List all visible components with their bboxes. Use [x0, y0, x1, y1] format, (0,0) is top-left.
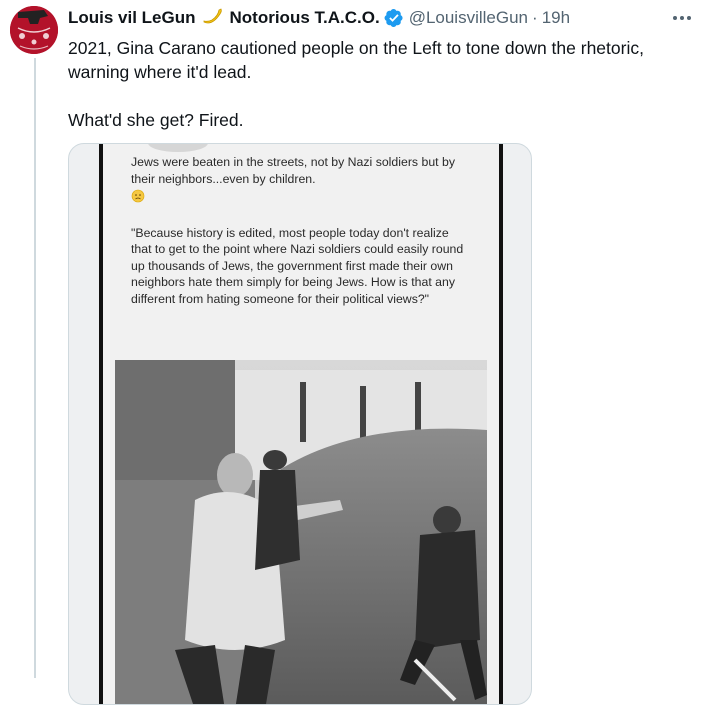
avatar-image: [10, 6, 58, 54]
tweet-body: 2021, Gina Carano cautioned people on th…: [68, 36, 698, 132]
phone-screenshot: Jews were beaten in the streets, not by …: [99, 144, 503, 704]
avatar[interactable]: [10, 6, 58, 54]
tweet-paragraph: What'd she get? Fired.: [68, 110, 244, 130]
screenshot-text-block: Jews were beaten in the streets, not by …: [131, 154, 471, 307]
tweet-header: Louis vil LeGun Notorious T.A.C.O. @Loui…: [68, 6, 694, 30]
screenshot-quote: "Because history is edited, most people …: [131, 225, 464, 306]
street-scene-image: [115, 360, 487, 704]
screenshot-line: Jews were beaten in the streets, not by …: [131, 155, 455, 186]
historical-photo: [115, 360, 487, 704]
thread-connector-line: [34, 58, 36, 678]
screenshot-top-element: [148, 144, 208, 152]
tweet-paragraph: 2021, Gina Carano cautioned people on th…: [68, 38, 644, 82]
banana-icon: [202, 8, 224, 28]
more-horizontal-icon[interactable]: [670, 8, 694, 28]
sad-face-icon: [131, 189, 145, 208]
author-handle[interactable]: @LouisvilleGun: [409, 8, 528, 28]
author-name-suffix[interactable]: Notorious T.A.C.O.: [230, 8, 380, 28]
verified-badge-icon[interactable]: [384, 8, 404, 28]
header-separator: ·: [532, 8, 538, 27]
author-display-name[interactable]: Louis vil LeGun: [68, 8, 196, 28]
tweet-timestamp[interactable]: 19h: [542, 8, 570, 28]
tweet-media-image[interactable]: Jews were beaten in the streets, not by …: [68, 143, 532, 705]
